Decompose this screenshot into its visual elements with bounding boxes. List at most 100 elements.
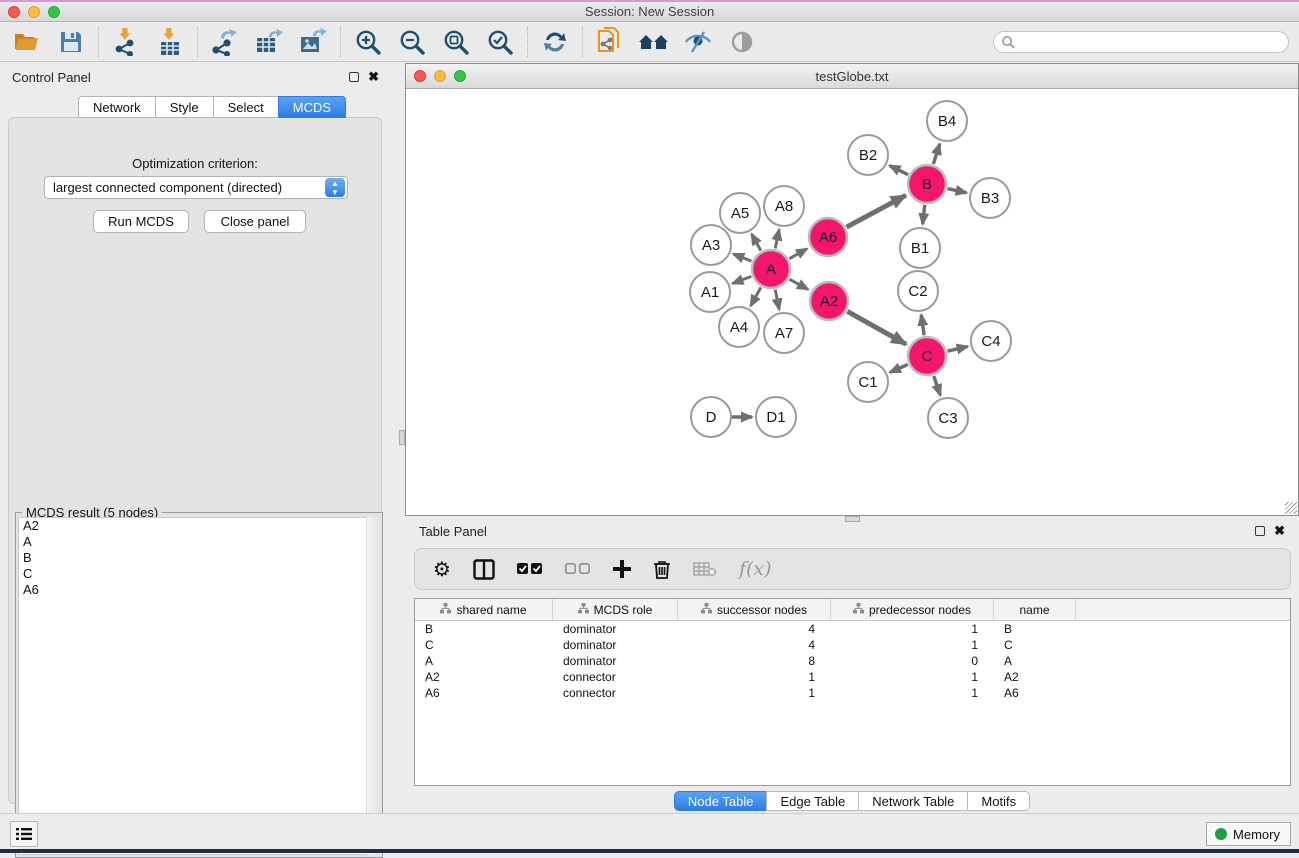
edge-A-A3[interactable] (733, 254, 751, 261)
table-row[interactable]: Bdominator41B (415, 621, 1290, 637)
node-B[interactable]: B (908, 165, 946, 203)
node-A5[interactable]: A5 (720, 193, 760, 233)
zoom-selected-icon[interactable] (481, 26, 519, 58)
open-file-icon[interactable] (8, 26, 46, 58)
edge-B-B1[interactable] (923, 205, 925, 224)
table-row[interactable]: A2connector11A2 (415, 669, 1290, 685)
edge-A-A2[interactable] (789, 279, 808, 289)
edge-A-A5[interactable] (752, 234, 761, 251)
search-input[interactable] (1015, 35, 1288, 49)
zoom-out-icon[interactable] (393, 26, 431, 58)
node-C2[interactable]: C2 (898, 271, 938, 311)
node-C[interactable]: C (908, 337, 946, 375)
edge-A6-B[interactable] (847, 195, 906, 227)
close-panel-button[interactable]: Close panel (204, 210, 306, 233)
add-column-icon[interactable] (613, 560, 631, 578)
refresh-icon[interactable] (536, 26, 574, 58)
tab-mcds[interactable]: MCDS (278, 96, 346, 118)
node-B1[interactable]: B1 (900, 228, 940, 268)
node-B4[interactable]: B4 (927, 101, 967, 141)
tab-edge-table[interactable]: Edge Table (766, 791, 858, 811)
tab-motifs[interactable]: Motifs (967, 791, 1030, 811)
node-A6[interactable]: A6 (809, 218, 847, 256)
table-row[interactable]: A6connector11A6 (415, 685, 1290, 701)
import-table-icon[interactable] (151, 26, 189, 58)
export-table-icon[interactable] (250, 26, 288, 58)
edge-A-A8[interactable] (775, 230, 779, 249)
result-list-item[interactable]: A (19, 534, 379, 550)
save-session-icon[interactable] (52, 26, 90, 58)
hide-panels-icon[interactable] (679, 26, 717, 58)
close-panel-icon[interactable]: ✖ (368, 72, 379, 82)
export-image-icon[interactable] (294, 26, 332, 58)
edge-A2-C[interactable] (847, 311, 906, 344)
node-A4[interactable]: A4 (719, 307, 759, 347)
node-A8[interactable]: A8 (764, 186, 804, 226)
node-A7[interactable]: A7 (764, 313, 804, 353)
resize-grip-icon[interactable] (1285, 502, 1297, 514)
zoom-in-icon[interactable] (349, 26, 387, 58)
edge-B-B3[interactable] (947, 189, 966, 193)
node-A1[interactable]: A1 (690, 272, 730, 312)
tab-style[interactable]: Style (155, 96, 213, 118)
edge-A-A4[interactable] (751, 287, 761, 306)
tab-select[interactable]: Select (213, 96, 278, 118)
node-D1[interactable]: D1 (756, 397, 796, 437)
edge-A-A7[interactable] (775, 290, 779, 310)
tab-node-table[interactable]: Node Table (674, 791, 767, 811)
table-row[interactable]: Cdominator41C (415, 637, 1290, 653)
search-field[interactable] (993, 31, 1289, 53)
vertical-divider-grip[interactable] (399, 430, 405, 445)
node-B2[interactable]: B2 (848, 135, 888, 175)
node-A2[interactable]: A2 (810, 282, 848, 320)
result-list-item[interactable]: A6 (19, 582, 379, 598)
edge-B-B2[interactable] (890, 166, 909, 175)
node-B3[interactable]: B3 (970, 178, 1010, 218)
edge-C-C4[interactable] (947, 346, 967, 351)
result-list-item[interactable]: B (19, 550, 379, 566)
network-graph[interactable]: AA1A2A3A4A5A6A7A8BB1B2B3B4CC1C2C3C4DD1 (406, 89, 1298, 515)
show-panels-icon[interactable] (723, 26, 761, 58)
function-builder-icon[interactable]: f(x) (739, 558, 772, 580)
delete-table-icon[interactable] (693, 561, 717, 577)
node-D[interactable]: D (691, 397, 731, 437)
tab-network[interactable]: Network (78, 96, 155, 118)
zoom-fit-icon[interactable] (437, 26, 475, 58)
show-columns-icon[interactable] (473, 559, 495, 580)
network-canvas[interactable]: AA1A2A3A4A5A6A7A8BB1B2B3B4CC1C2C3C4DD1 (406, 89, 1298, 515)
result-list-item[interactable]: C (19, 566, 379, 582)
edge-C-C1[interactable] (890, 364, 908, 372)
column-settings-icon[interactable]: ⚙ (433, 557, 451, 581)
home-icon[interactable] (635, 26, 673, 58)
table-row[interactable]: Adominator80A (415, 653, 1290, 669)
memory-button[interactable]: Memory (1206, 822, 1291, 846)
float-panel-icon[interactable] (349, 72, 359, 82)
float-table-panel-icon[interactable] (1255, 526, 1265, 536)
delete-column-icon[interactable] (653, 559, 671, 579)
result-list-item[interactable]: A2 (19, 518, 379, 534)
column-header-predecessor-nodes[interactable]: predecessor nodes (831, 599, 994, 620)
column-header-successor-nodes[interactable]: successor nodes (678, 599, 831, 620)
edge-A-A6[interactable] (789, 249, 807, 259)
node-C1[interactable]: C1 (848, 362, 888, 402)
network-file-icon[interactable] (591, 26, 629, 58)
network-window-titlebar[interactable]: testGlobe.txt (406, 64, 1298, 89)
column-header-shared-name[interactable]: shared name (415, 599, 553, 620)
node-C4[interactable]: C4 (971, 321, 1011, 361)
export-network-icon[interactable] (206, 26, 244, 58)
run-mcds-button[interactable]: Run MCDS (93, 210, 189, 233)
unselect-all-columns-icon[interactable] (565, 563, 591, 575)
tab-network-table[interactable]: Network Table (858, 791, 967, 811)
edge-C-C3[interactable] (934, 376, 941, 395)
node-A3[interactable]: A3 (691, 225, 731, 265)
mcds-result-list[interactable]: A2ABCA6 (18, 517, 380, 855)
import-network-icon[interactable] (107, 26, 145, 58)
criterion-dropdown[interactable]: largest connected component (directed) ▲… (44, 176, 348, 199)
close-table-panel-icon[interactable]: ✖ (1274, 526, 1285, 536)
edge-A-A1[interactable] (732, 276, 751, 283)
column-header-MCDS-role[interactable]: MCDS role (553, 599, 678, 620)
result-scrollbar[interactable] (366, 517, 380, 855)
select-all-columns-icon[interactable] (517, 563, 543, 575)
edge-C-C2[interactable] (921, 315, 924, 335)
node-C3[interactable]: C3 (928, 398, 968, 438)
